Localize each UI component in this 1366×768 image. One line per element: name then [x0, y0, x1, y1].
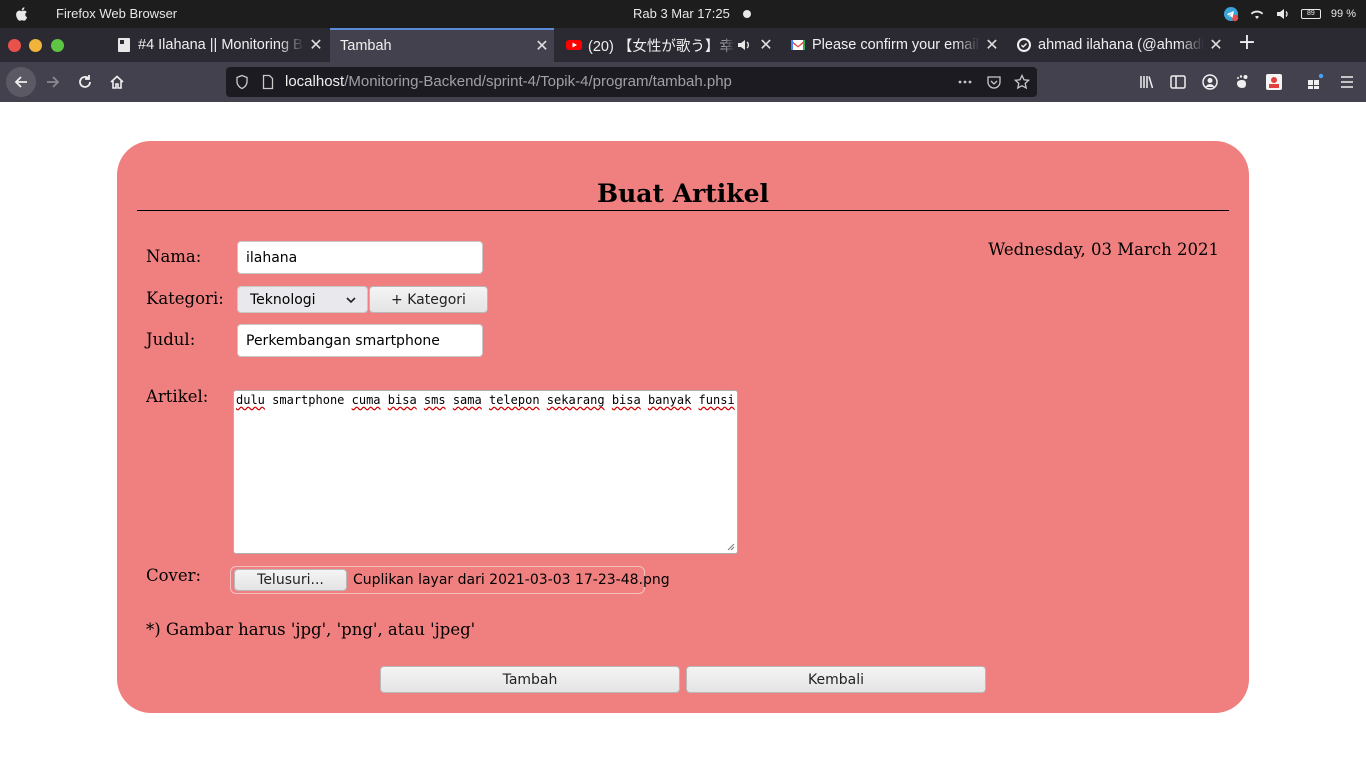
url-text[interactable]: localhost/Monitoring-Backend/sprint-4/To…: [285, 73, 732, 90]
window-minimize-button[interactable]: [29, 39, 42, 52]
artikel-word: sekarang: [546, 393, 605, 407]
notification-dot-icon: [743, 10, 751, 18]
gnome-icon[interactable]: [1233, 73, 1251, 91]
window-maximize-button[interactable]: [51, 39, 64, 52]
volume-icon[interactable]: [1275, 6, 1291, 22]
page-title: Buat Artikel: [596, 179, 770, 208]
close-icon[interactable]: ✕: [1204, 35, 1228, 55]
artikel-word: cuma: [351, 393, 381, 407]
extensions-icon[interactable]: [1306, 73, 1324, 91]
browse-button[interactable]: Telusuri...: [234, 569, 347, 591]
github-icon: [1017, 38, 1031, 52]
artikel-word: sama: [452, 393, 482, 407]
hamburger-menu-icon[interactable]: [1338, 73, 1356, 91]
home-button[interactable]: [103, 68, 131, 96]
tambah-button[interactable]: Tambah: [380, 666, 680, 693]
youtube-icon: [566, 40, 582, 50]
tab-bar: #4 Ilahana || Monitoring Ba ✕ Tambah ✕ (…: [0, 28, 1366, 62]
chevron-down-icon: [346, 297, 356, 304]
artikel-word: funsi: [698, 393, 735, 407]
file-type-note: *) Gambar harus 'jpg', 'png', atau 'jpeg…: [146, 620, 476, 639]
current-date: Wednesday, 03 March 2021: [988, 240, 1219, 259]
gmail-icon: [791, 40, 805, 50]
title-divider: [137, 210, 1229, 211]
artikel-word: dulu: [236, 393, 265, 407]
close-icon[interactable]: ✕: [304, 35, 328, 55]
system-clock[interactable]: Rab 3 Mar 17:25: [633, 6, 730, 21]
back-button[interactable]: [6, 67, 36, 97]
cover-file-input[interactable]: Telusuri... Cuplikan layar dari 2021-03-…: [230, 566, 670, 594]
tab-label: #4 Ilahana || Monitoring Ba: [138, 37, 304, 53]
artikel-word: telepon: [488, 393, 540, 407]
article-form-card: Buat Artikel Wednesday, 03 March 2021 Na…: [117, 141, 1249, 713]
page-info-icon[interactable]: [260, 74, 276, 90]
artikel-textarea[interactable]: dulu smartphone cuma bisa sms sama telep…: [233, 390, 738, 554]
pocket-icon[interactable]: [986, 74, 1002, 90]
extension-red-icon[interactable]: [1265, 73, 1283, 91]
more-actions-icon[interactable]: [957, 74, 973, 90]
arrow-right-icon: [47, 76, 60, 88]
wifi-icon[interactable]: [1249, 6, 1265, 22]
judul-input[interactable]: Perkembangan smartphone: [237, 324, 483, 357]
cover-label: Cover:: [146, 566, 202, 585]
kategori-label: Kategori:: [146, 289, 224, 308]
tab-label: (20) 【女性が歌う】幸: [588, 38, 734, 55]
tab-tambah[interactable]: Tambah ✕: [330, 28, 554, 62]
forward-button[interactable]: [39, 68, 67, 96]
tab-label: Tambah: [340, 38, 392, 54]
new-tab-button[interactable]: +: [1236, 32, 1258, 55]
tab-youtube[interactable]: (20) 【女性が歌う】幸 ✕: [556, 28, 778, 62]
apple-icon[interactable]: [13, 5, 31, 23]
url-bar[interactable]: localhost/Monitoring-Backend/sprint-4/To…: [226, 67, 1037, 97]
account-icon[interactable]: [1201, 73, 1219, 91]
reload-icon: [79, 75, 91, 88]
shield-icon[interactable]: [234, 74, 250, 90]
kategori-select[interactable]: Teknologi: [237, 286, 368, 313]
artikel-word: bisa: [611, 393, 641, 407]
battery-percent: 99 %: [1330, 8, 1356, 20]
page-icon: [118, 38, 130, 52]
arrow-left-icon: [14, 76, 27, 88]
battery-icon[interactable]: 89: [1300, 9, 1321, 19]
add-kategori-button[interactable]: + Kategori: [369, 286, 488, 313]
artikel-label: Artikel:: [146, 387, 209, 406]
sidebar-icon[interactable]: [1169, 73, 1187, 91]
close-icon[interactable]: ✕: [980, 35, 1004, 55]
nama-label: Nama:: [146, 247, 202, 266]
judul-label: Judul:: [146, 330, 196, 349]
library-icon[interactable]: [1138, 73, 1156, 91]
url-host: localhost: [285, 73, 345, 90]
selected-file-name: Cuplikan layar dari 2021-03-03 17-23-48.…: [353, 572, 670, 588]
kembali-button[interactable]: Kembali: [686, 666, 986, 693]
window-close-button[interactable]: [8, 39, 21, 52]
tab-gmail[interactable]: Please confirm your email ✕: [780, 28, 1004, 62]
tab-label: ahmad ilahana (@ahmadilah: [1038, 37, 1204, 53]
system-top-bar: Firefox Web Browser Rab 3 Mar 17:25 89 9…: [0, 0, 1366, 28]
tab-github[interactable]: ahmad ilahana (@ahmadilah ✕: [1006, 28, 1228, 62]
navigation-bar: localhost/Monitoring-Backend/sprint-4/To…: [0, 62, 1366, 102]
close-icon[interactable]: ✕: [754, 35, 778, 55]
nama-input[interactable]: ilahana: [237, 241, 483, 274]
close-icon[interactable]: ✕: [530, 36, 554, 56]
speaker-icon[interactable]: [736, 37, 752, 53]
url-path: /Monitoring-Backend/sprint-4/Topik-4/pro…: [344, 73, 732, 90]
bookmark-star-icon[interactable]: [1014, 74, 1030, 90]
artikel-word: sms: [423, 393, 446, 407]
artikel-word: banyak: [647, 393, 692, 407]
resize-grip-icon[interactable]: [725, 541, 735, 551]
tab-label: Please confirm your email: [812, 37, 979, 53]
tab-monitoring[interactable]: #4 Ilahana || Monitoring Ba ✕: [106, 28, 328, 62]
artikel-word: smartphone: [272, 393, 345, 407]
home-icon: [110, 75, 124, 89]
active-app-name[interactable]: Firefox Web Browser: [56, 6, 177, 21]
system-tray: 89 99 %: [1223, 5, 1356, 23]
kategori-selected-value: Teknologi: [250, 291, 316, 308]
telegram-icon[interactable]: [1223, 6, 1239, 22]
artikel-word: bisa: [387, 393, 417, 407]
reload-button[interactable]: [71, 68, 99, 96]
